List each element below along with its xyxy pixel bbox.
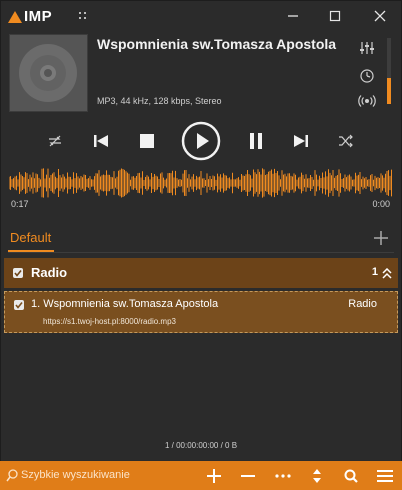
title-bar: IMP (0, 0, 402, 32)
logo-text: IMP (24, 8, 53, 25)
logo-triangle-icon (8, 10, 22, 23)
tab-divider (8, 252, 394, 253)
item-title: 1. Wspomnienia sw.Tomasza Apostola (31, 298, 219, 310)
shuffle-icon (339, 134, 353, 148)
volume-slider[interactable] (387, 38, 391, 104)
pause-button[interactable] (245, 130, 267, 152)
minimize-icon (288, 15, 298, 17)
item-checkbox[interactable] (14, 300, 24, 310)
broadcast-icon (358, 95, 376, 107)
next-button[interactable] (290, 130, 312, 152)
clock-icon (360, 69, 374, 83)
next-icon (294, 135, 308, 147)
track-title: Wspomnienia sw.Tomasza Apostola (97, 36, 337, 52)
play-button[interactable] (181, 121, 221, 161)
stop-button[interactable] (136, 130, 158, 152)
previous-icon (94, 135, 108, 147)
broadcast-button[interactable] (357, 91, 377, 111)
item-url: https://s1.twoj-host.pl:8000/radio.mp3 (43, 317, 176, 326)
group-label: Radio (31, 265, 68, 280)
maximize-icon (329, 10, 341, 22)
add-playlist-button[interactable] (372, 229, 390, 247)
add-files-button[interactable] (201, 461, 227, 490)
search-button[interactable] (338, 461, 364, 490)
check-icon (14, 270, 22, 277)
bottom-toolbar: Szybkie wyszukiwanie (0, 461, 402, 490)
sort-button[interactable] (304, 461, 330, 490)
waveform-seekbar[interactable] (9, 166, 393, 200)
repeat-button[interactable] (44, 130, 66, 152)
remove-files-button[interactable] (235, 461, 261, 490)
scheduler-button[interactable] (357, 66, 377, 86)
tab-default[interactable]: Default (10, 230, 51, 245)
group-count: 1 (371, 266, 378, 278)
elapsed-time: 0:17 (11, 199, 29, 209)
drag-grip-icon[interactable] (79, 12, 87, 20)
disc-icon (19, 44, 77, 102)
remove-icon (241, 474, 255, 477)
item-source: Radio (348, 298, 377, 310)
more-button[interactable] (270, 461, 296, 490)
play-icon (181, 121, 221, 161)
pause-icon (250, 133, 262, 149)
menu-button[interactable] (372, 461, 398, 490)
collapse-chevron-icon[interactable] (382, 268, 392, 279)
stop-icon (140, 134, 154, 148)
playlist-group-header[interactable]: Radio 1 (4, 258, 398, 288)
menu-icon (377, 469, 393, 482)
track-info: MP3, 44 kHz, 128 kbps, Stereo (97, 96, 222, 106)
quick-search-input[interactable]: Szybkie wyszukiwanie (21, 469, 130, 481)
search-icon (6, 469, 18, 482)
shuffle-button[interactable] (335, 130, 357, 152)
plus-icon (374, 231, 388, 245)
album-cover[interactable] (9, 34, 88, 112)
check-icon (15, 302, 23, 309)
minimize-button[interactable] (273, 0, 313, 32)
equalizer-icon (360, 42, 374, 54)
maximize-button[interactable] (315, 0, 355, 32)
add-icon (207, 468, 221, 483)
close-button[interactable] (360, 0, 400, 32)
close-icon (374, 10, 386, 22)
remaining-time: 0:00 (372, 199, 390, 209)
playlist-summary: 1 / 00:00:00:00 / 0 B (164, 441, 238, 450)
group-checkbox[interactable] (13, 268, 23, 278)
aimp-logo: IMP (8, 8, 52, 25)
volume-fill (387, 77, 391, 104)
equalizer-button[interactable] (357, 38, 377, 58)
search-icon (344, 469, 358, 483)
sort-icon (313, 468, 321, 483)
playlist-item[interactable]: 1. Wspomnienia sw.Tomasza Apostola Radio… (4, 291, 398, 333)
repeat-icon (49, 135, 61, 147)
more-icon (275, 473, 291, 478)
previous-button[interactable] (90, 130, 112, 152)
